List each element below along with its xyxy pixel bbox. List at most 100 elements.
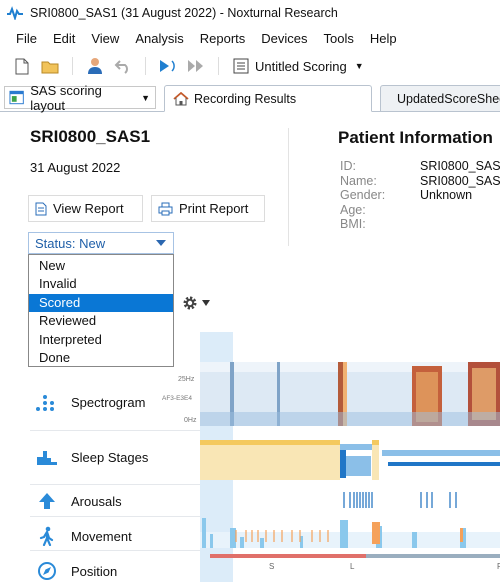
printer-icon	[158, 202, 173, 215]
patient-bmi-row: BMI:	[340, 217, 500, 232]
patient-id-row: ID: SRI0800_SAS	[340, 159, 500, 174]
title-bar: SRI0800_SAS1 (31 August 2022) - Noxturna…	[0, 0, 500, 26]
position-track	[210, 554, 500, 558]
status-option-done[interactable]: Done	[29, 349, 173, 367]
row-arousals-label: Arousals	[71, 493, 122, 509]
spectrogram-axis-high: 25Hz	[178, 376, 195, 383]
field-label: ID:	[340, 159, 356, 173]
compass-icon	[38, 562, 56, 580]
menu-reports[interactable]: Reports	[192, 31, 254, 46]
new-file-icon[interactable]	[10, 54, 34, 78]
patient-id-value: SRI0800_SAS	[420, 159, 500, 173]
tab-strip: SAS scoring layout ▼ Recording Results U…	[0, 83, 500, 113]
tab-label: UpdatedScoreSheet	[397, 91, 500, 106]
toolbar-separator	[72, 57, 73, 75]
scoring-sheet-icon	[233, 58, 249, 74]
walking-person-icon	[39, 526, 54, 546]
row-position-label: Position	[71, 563, 118, 579]
toolbar-separator	[145, 57, 146, 75]
field-label: Name:	[340, 173, 377, 188]
print-report-label: Print Report	[179, 201, 249, 216]
layout-selector[interactable]: SAS scoring layout ▼	[4, 83, 156, 113]
toolbar: Untitled Scoring ▼	[0, 52, 500, 80]
arousal-events	[343, 492, 457, 508]
spectrogram-channel: AF3-E3E4	[162, 395, 192, 402]
field-label: Gender:	[340, 188, 386, 202]
status-option-scored[interactable]: Scored	[29, 293, 173, 313]
spectrogram-image	[200, 362, 500, 426]
patient-name-value: SRI0800_SAS	[420, 173, 500, 188]
tab-updated-score-sheet[interactable]: UpdatedScoreSheet	[380, 85, 500, 112]
noxturnal-logo-icon	[7, 6, 23, 20]
status-option-interpreted[interactable]: Interpreted	[29, 331, 173, 349]
status-option-new[interactable]: New	[29, 257, 173, 275]
play-icon[interactable]	[156, 54, 180, 78]
view-report-label: View Report	[53, 201, 124, 216]
row-spectrogram-label: Spectrogram	[71, 394, 146, 410]
field-label: BMI:	[340, 217, 366, 231]
print-report-button[interactable]: Print Report	[151, 195, 265, 222]
menu-tools[interactable]: Tools	[316, 31, 362, 46]
row-position[interactable]: Position	[35, 561, 117, 581]
scoring-label: Untitled Scoring	[255, 58, 347, 74]
signal-overview: Spectrogram Sleep Stages Arousals Moveme…	[0, 332, 500, 582]
status-current: Status: New	[35, 235, 106, 251]
menu-view[interactable]: View	[83, 31, 127, 46]
menu-analysis[interactable]: Analysis	[127, 31, 191, 46]
position-axis-l: L	[350, 562, 355, 571]
tab-label: Recording Results	[194, 91, 297, 106]
menu-file[interactable]: File	[8, 31, 45, 46]
window-title: SRI0800_SAS1 (31 August 2022) - Noxturna…	[30, 6, 338, 20]
sleep-hypnogram	[200, 440, 500, 480]
status-dropdown[interactable]: Status: New	[28, 232, 174, 254]
row-movement-label: Movement	[71, 528, 132, 544]
fast-forward-icon[interactable]	[184, 54, 208, 78]
open-folder-icon[interactable]	[38, 54, 62, 78]
undo-icon[interactable]	[111, 54, 135, 78]
patient-age-row: Age:	[340, 203, 500, 218]
menu-edit[interactable]: Edit	[45, 31, 83, 46]
signal-plot[interactable]: S L R	[200, 332, 500, 582]
movement-activity	[200, 518, 500, 548]
row-spectrogram[interactable]: Spectrogram	[35, 392, 145, 412]
field-label: Age:	[340, 202, 366, 217]
view-report-button[interactable]: View Report	[28, 195, 143, 222]
row-sleep-stages[interactable]: Sleep Stages	[35, 448, 148, 466]
spectrogram-icon	[36, 395, 54, 411]
tab-recording-results[interactable]: Recording Results	[164, 85, 372, 112]
patient-info-title: Patient Information	[338, 128, 493, 147]
recording-id: SRI0800_SAS1	[30, 127, 151, 146]
spectrogram-axis-low: 0Hz	[184, 417, 197, 424]
toolbar-separator	[218, 57, 219, 75]
menu-devices[interactable]: Devices	[253, 31, 315, 46]
chevron-down-icon	[156, 240, 166, 246]
arousal-arrow-icon	[39, 493, 55, 509]
document-icon	[35, 202, 47, 215]
menu-help[interactable]: Help	[362, 31, 405, 46]
layout-icon	[9, 90, 24, 105]
gear-icon	[183, 296, 197, 310]
status-options-list: New Invalid Scored Reviewed Interpreted …	[28, 254, 174, 367]
layout-label: SAS scoring layout	[30, 82, 102, 113]
home-icon	[173, 91, 189, 105]
patient-icon[interactable]	[83, 54, 107, 78]
settings-menu-button[interactable]	[182, 295, 210, 311]
row-arousals[interactable]: Arousals	[35, 492, 122, 510]
menu-bar: File Edit View Analysis Reports Devices …	[0, 26, 500, 50]
sleep-stages-icon	[37, 451, 57, 465]
recording-date: 31 August 2022	[30, 160, 121, 175]
patient-gender-value: Unknown	[420, 188, 473, 202]
status-option-invalid[interactable]: Invalid	[29, 275, 173, 293]
row-sleep-stages-label: Sleep Stages	[71, 449, 149, 465]
patient-gender-row: Gender: Unknown	[340, 188, 500, 203]
patient-info-list: ID: SRI0800_SAS Name: SRI0800_SAS Gender…	[340, 159, 500, 232]
header-divider	[288, 128, 289, 246]
signal-labels: Spectrogram Sleep Stages Arousals Moveme…	[0, 332, 500, 582]
status-option-reviewed[interactable]: Reviewed	[29, 312, 173, 330]
row-movement[interactable]: Movement	[35, 526, 132, 546]
position-axis-s: S	[269, 562, 274, 571]
patient-name-row: Name: SRI0800_SAS	[340, 174, 500, 189]
scoring-selector[interactable]: Untitled Scoring ▼	[229, 56, 368, 76]
chevron-down-icon: ▼	[141, 92, 150, 103]
chevron-down-icon	[202, 300, 210, 306]
